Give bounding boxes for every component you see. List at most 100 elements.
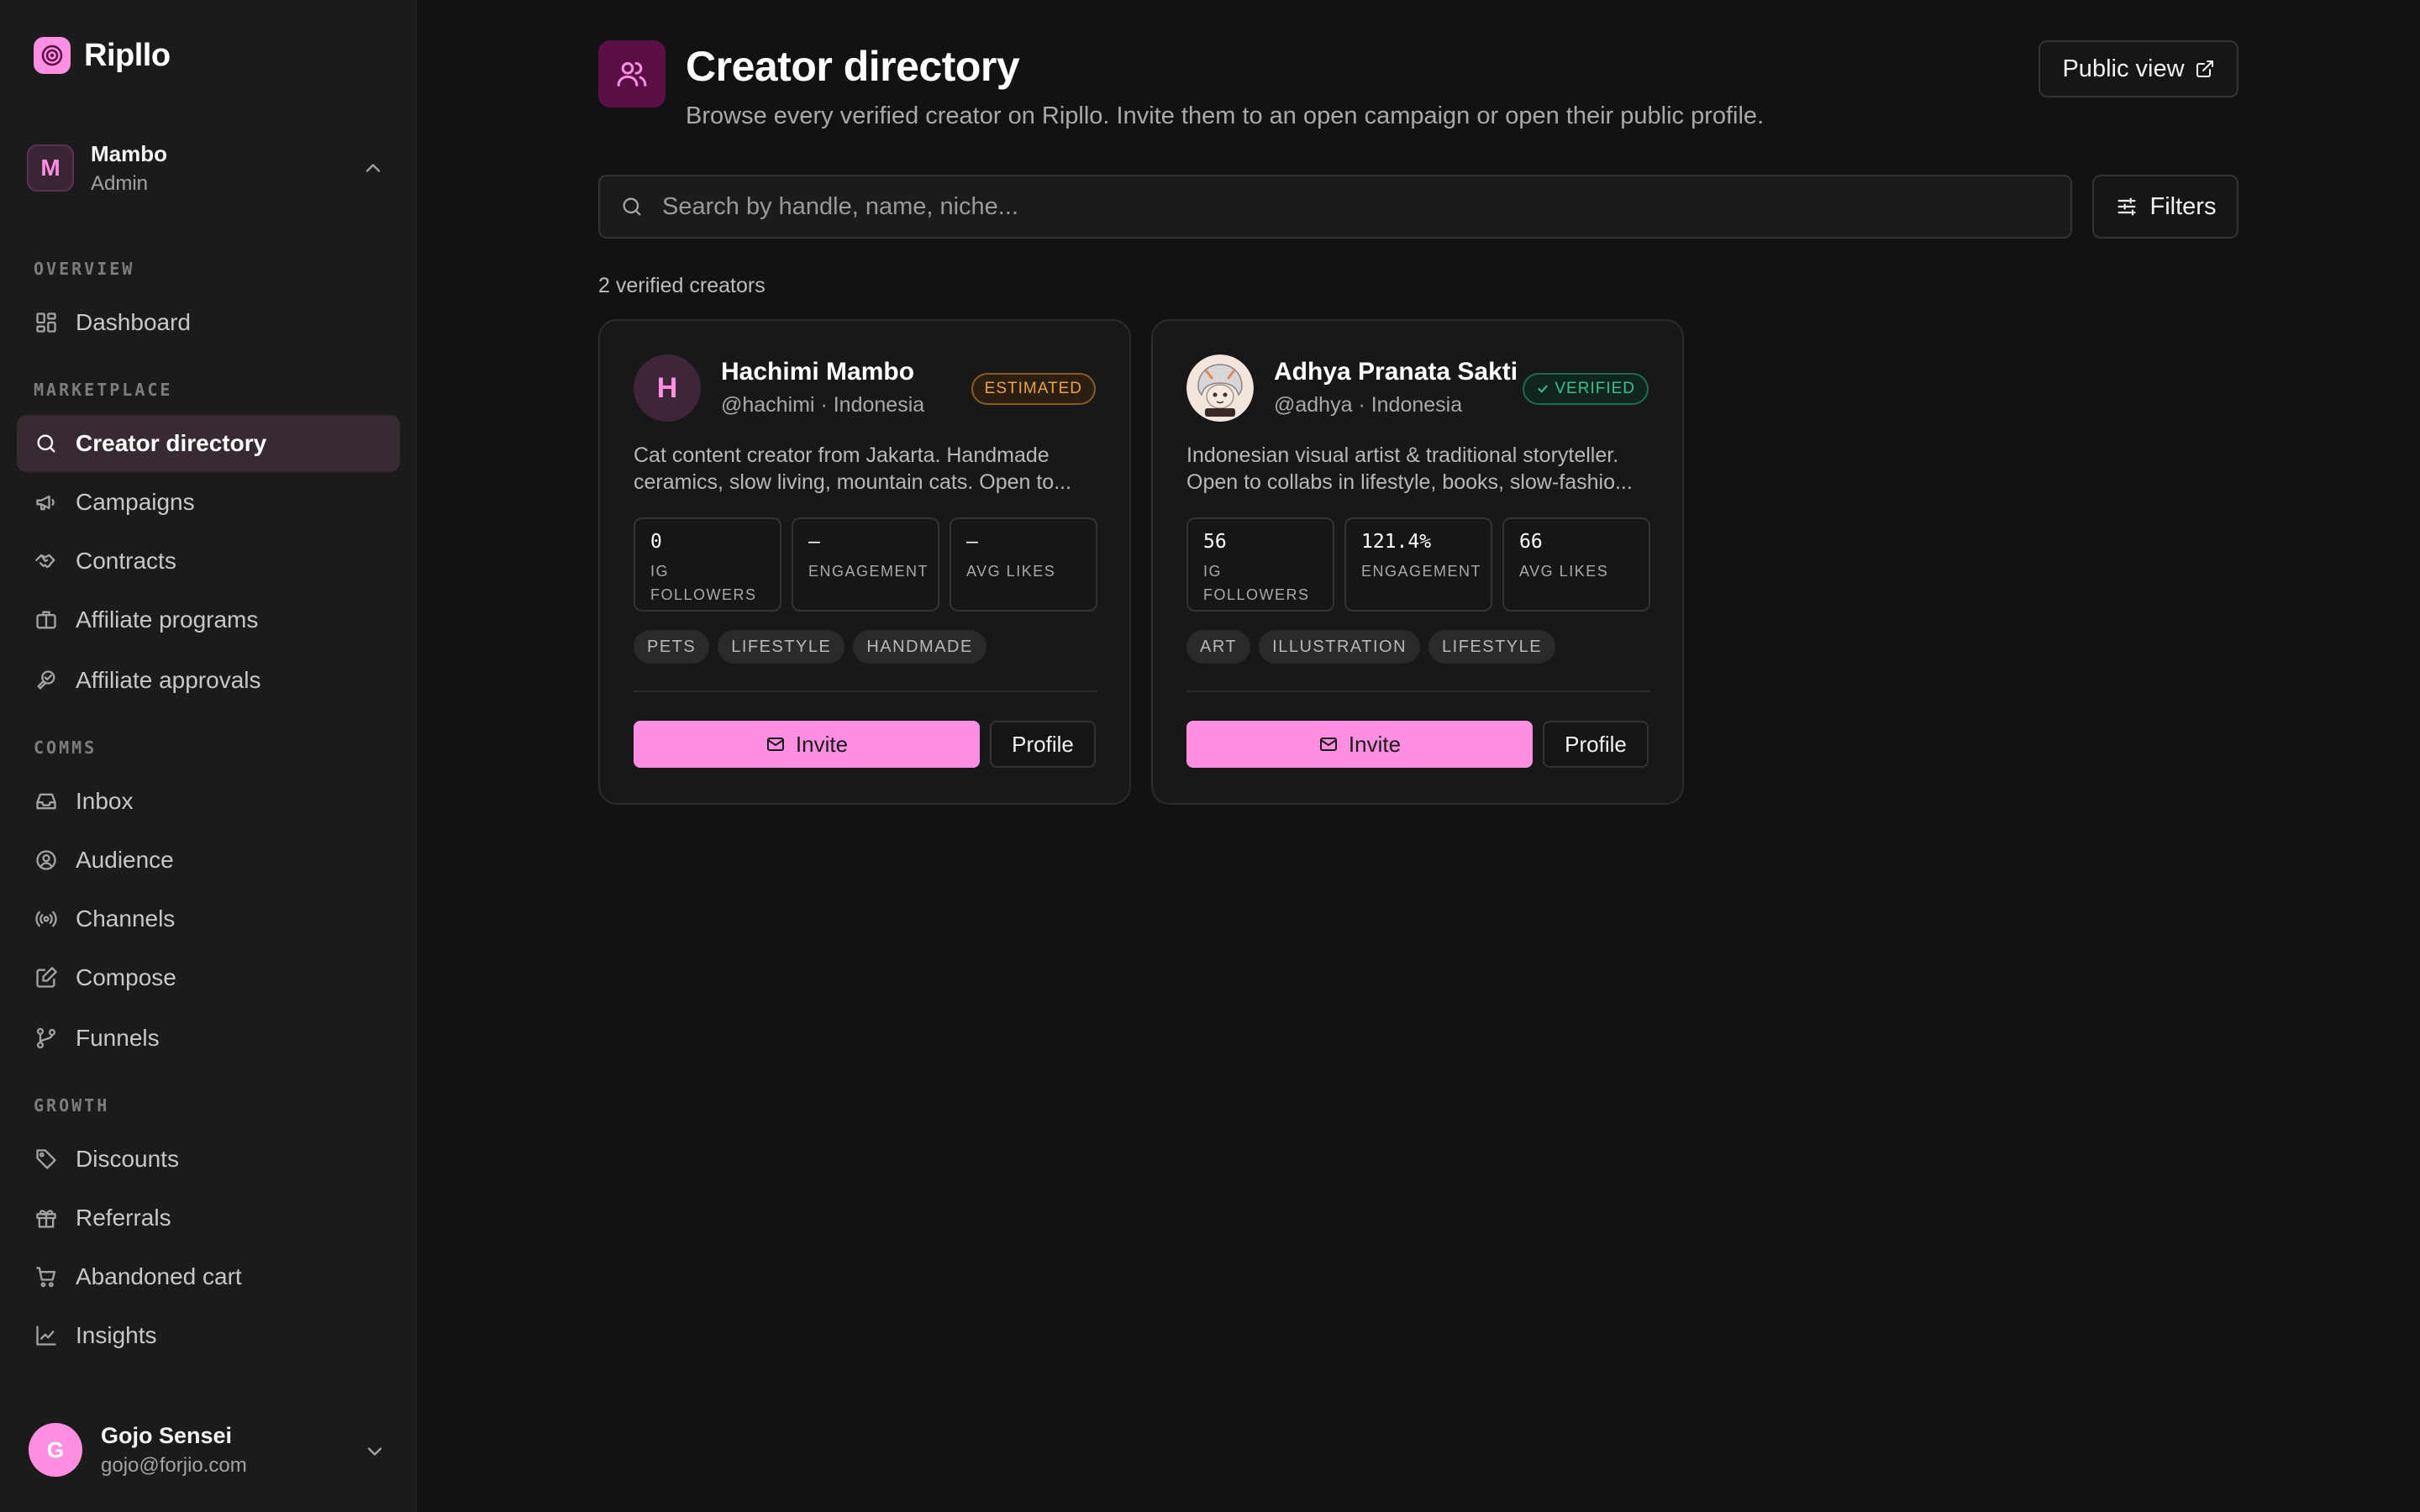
- sidebar-item-referrals[interactable]: Referrals: [17, 1189, 400, 1247]
- edit-icon: [34, 965, 59, 990]
- invite-button[interactable]: Invite: [634, 721, 980, 768]
- brand[interactable]: Ripllo: [34, 37, 171, 74]
- nav-section-growth: GROWTH: [34, 1095, 110, 1116]
- sliders-icon: [2115, 195, 2150, 218]
- user-email: gojo@forjio.com: [101, 1453, 247, 1477]
- tag: HANDMADE: [853, 630, 986, 664]
- invite-button[interactable]: Invite: [1186, 721, 1533, 768]
- sidebar-item-affiliate-programs[interactable]: Affiliate programs: [17, 591, 400, 648]
- sidebar-item-inbox[interactable]: Inbox: [17, 773, 400, 830]
- sidebar-item-affiliate-approvals[interactable]: Affiliate approvals: [17, 652, 400, 709]
- sidebar-item-audience[interactable]: Audience: [17, 832, 400, 889]
- description-line: ceramics, slow living, mountain cats. Op…: [634, 470, 1072, 494]
- stat-value: 121.4%: [1361, 531, 1432, 553]
- description-line: Open to collabs in lifestyle, books, slo…: [1186, 470, 1633, 494]
- sidebar-item-creator-directory[interactable]: Creator directory: [17, 415, 400, 472]
- filters-button[interactable]: Filters: [2092, 175, 2238, 239]
- creator-description: Cat content creator from Jakarta. Handma…: [634, 442, 1101, 496]
- cart-icon: [34, 1264, 59, 1289]
- stat-value: —: [966, 531, 978, 553]
- sidebar-item-label: Creator directory: [76, 430, 267, 456]
- creator-handle: @adhya · Indonesia: [1274, 393, 1463, 417]
- sidebar-item-label: Contracts: [76, 548, 176, 574]
- invite-label: Invite: [795, 731, 849, 757]
- status-badge-label: VERIFIED: [1555, 380, 1635, 397]
- invite-label: Invite: [1348, 731, 1402, 757]
- stat-value: —: [808, 531, 820, 553]
- sidebar-item-insights[interactable]: Insights: [17, 1307, 400, 1364]
- sidebar-item-label: Dashboard: [76, 309, 191, 335]
- results-count: 2 verified creators: [598, 274, 765, 297]
- sidebar-item-label: Affiliate programs: [76, 606, 259, 633]
- search-icon: [34, 431, 59, 456]
- sidebar-item-label: Referrals: [76, 1205, 171, 1231]
- stat-avg-likes: 66 AVG LIKES: [1502, 517, 1650, 612]
- gift-icon: [34, 1205, 59, 1231]
- chevron-up-icon: [361, 156, 385, 180]
- tag: ART: [1186, 630, 1251, 664]
- workspace-role: Admin: [91, 171, 149, 195]
- user-menu[interactable]: G Gojo Sensei gojo@forjio.com: [29, 1420, 395, 1480]
- sidebar-item-label: Affiliate approvals: [76, 667, 261, 693]
- description-line: Indonesian visual artist & traditional s…: [1186, 444, 1619, 467]
- stat-label: ENGAGEMENT: [1361, 563, 1482, 580]
- external-link-icon: [2185, 59, 2215, 79]
- sidebar: Ripllo M Mambo Admin OVERVIEW Dashboard …: [0, 0, 417, 1512]
- sidebar-item-label: Compose: [76, 964, 176, 990]
- workspace-avatar: M: [27, 144, 74, 192]
- tag: ILLUSTRATION: [1259, 630, 1421, 664]
- tag: PETS: [634, 630, 710, 664]
- mail-icon: [765, 734, 796, 754]
- tag: LIFESTYLE: [718, 630, 845, 664]
- user-circle-icon: [34, 848, 59, 873]
- creator-card: Adhya Pranata Sakti @adhya · Indonesia V…: [1151, 319, 1684, 805]
- profile-label: Profile: [1012, 731, 1074, 757]
- workspace-switcher[interactable]: M Mambo Admin: [27, 138, 393, 198]
- sidebar-item-channels[interactable]: Channels: [17, 890, 400, 948]
- tag-list: PETS LIFESTYLE HANDMADE: [634, 630, 995, 664]
- sidebar-item-contracts[interactable]: Contracts: [17, 533, 400, 590]
- stat-value: 0: [650, 531, 662, 553]
- sidebar-item-compose[interactable]: Compose: [17, 949, 400, 1006]
- inbox-icon: [34, 789, 59, 814]
- sidebar-item-campaigns[interactable]: Campaigns: [17, 474, 400, 531]
- sidebar-item-label: Funnels: [76, 1025, 160, 1051]
- chevron-down-icon: [363, 1440, 387, 1463]
- sidebar-item-label: Campaigns: [76, 489, 195, 515]
- sidebar-item-discounts[interactable]: Discounts: [17, 1131, 400, 1188]
- profile-button[interactable]: Profile: [990, 721, 1096, 768]
- creator-name[interactable]: Hachimi Mambo: [721, 358, 914, 386]
- status-badge: VERIFIED: [1523, 373, 1649, 405]
- broadcast-icon: [34, 906, 59, 932]
- profile-button[interactable]: Profile: [1543, 721, 1649, 768]
- mail-icon: [1318, 734, 1349, 754]
- sidebar-item-label: Insights: [76, 1322, 157, 1348]
- brand-name: Ripllo: [84, 37, 171, 73]
- search-bar[interactable]: [598, 175, 2072, 239]
- stat-value: 56: [1203, 531, 1227, 553]
- user-name: Gojo Sensei: [101, 1422, 233, 1448]
- creator-name[interactable]: Adhya Pranata Sakti: [1274, 358, 1518, 386]
- creator-description: Indonesian visual artist & traditional s…: [1186, 442, 1654, 496]
- filters-label: Filters: [2149, 192, 2217, 220]
- git-branch-icon: [34, 1026, 59, 1051]
- divider: [1186, 690, 1650, 692]
- dashboard-icon: [34, 310, 59, 335]
- search-input[interactable]: [660, 192, 2070, 222]
- page-title: Creator directory: [686, 43, 1020, 90]
- avatar: H: [634, 354, 701, 422]
- sidebar-item-dashboard[interactable]: Dashboard: [17, 294, 400, 351]
- tag: LIFESTYLE: [1428, 630, 1556, 664]
- chart-line-icon: [34, 1323, 59, 1348]
- status-badge: ESTIMATED: [971, 373, 1096, 405]
- sidebar-item-label: Abandoned cart: [76, 1263, 242, 1289]
- tag-icon: [34, 1147, 59, 1172]
- avatar: [1186, 354, 1254, 422]
- status-badge-label: ESTIMATED: [984, 380, 1082, 397]
- public-view-button[interactable]: Public view: [2039, 40, 2238, 97]
- users-icon: [598, 40, 666, 108]
- sidebar-item-funnels[interactable]: Funnels: [17, 1010, 400, 1067]
- tag-list: ART ILLUSTRATION LIFESTYLE: [1186, 630, 1564, 664]
- creator-card: H Hachimi Mambo @hachimi · Indonesia EST…: [598, 319, 1131, 805]
- sidebar-item-abandoned-cart[interactable]: Abandoned cart: [17, 1248, 400, 1305]
